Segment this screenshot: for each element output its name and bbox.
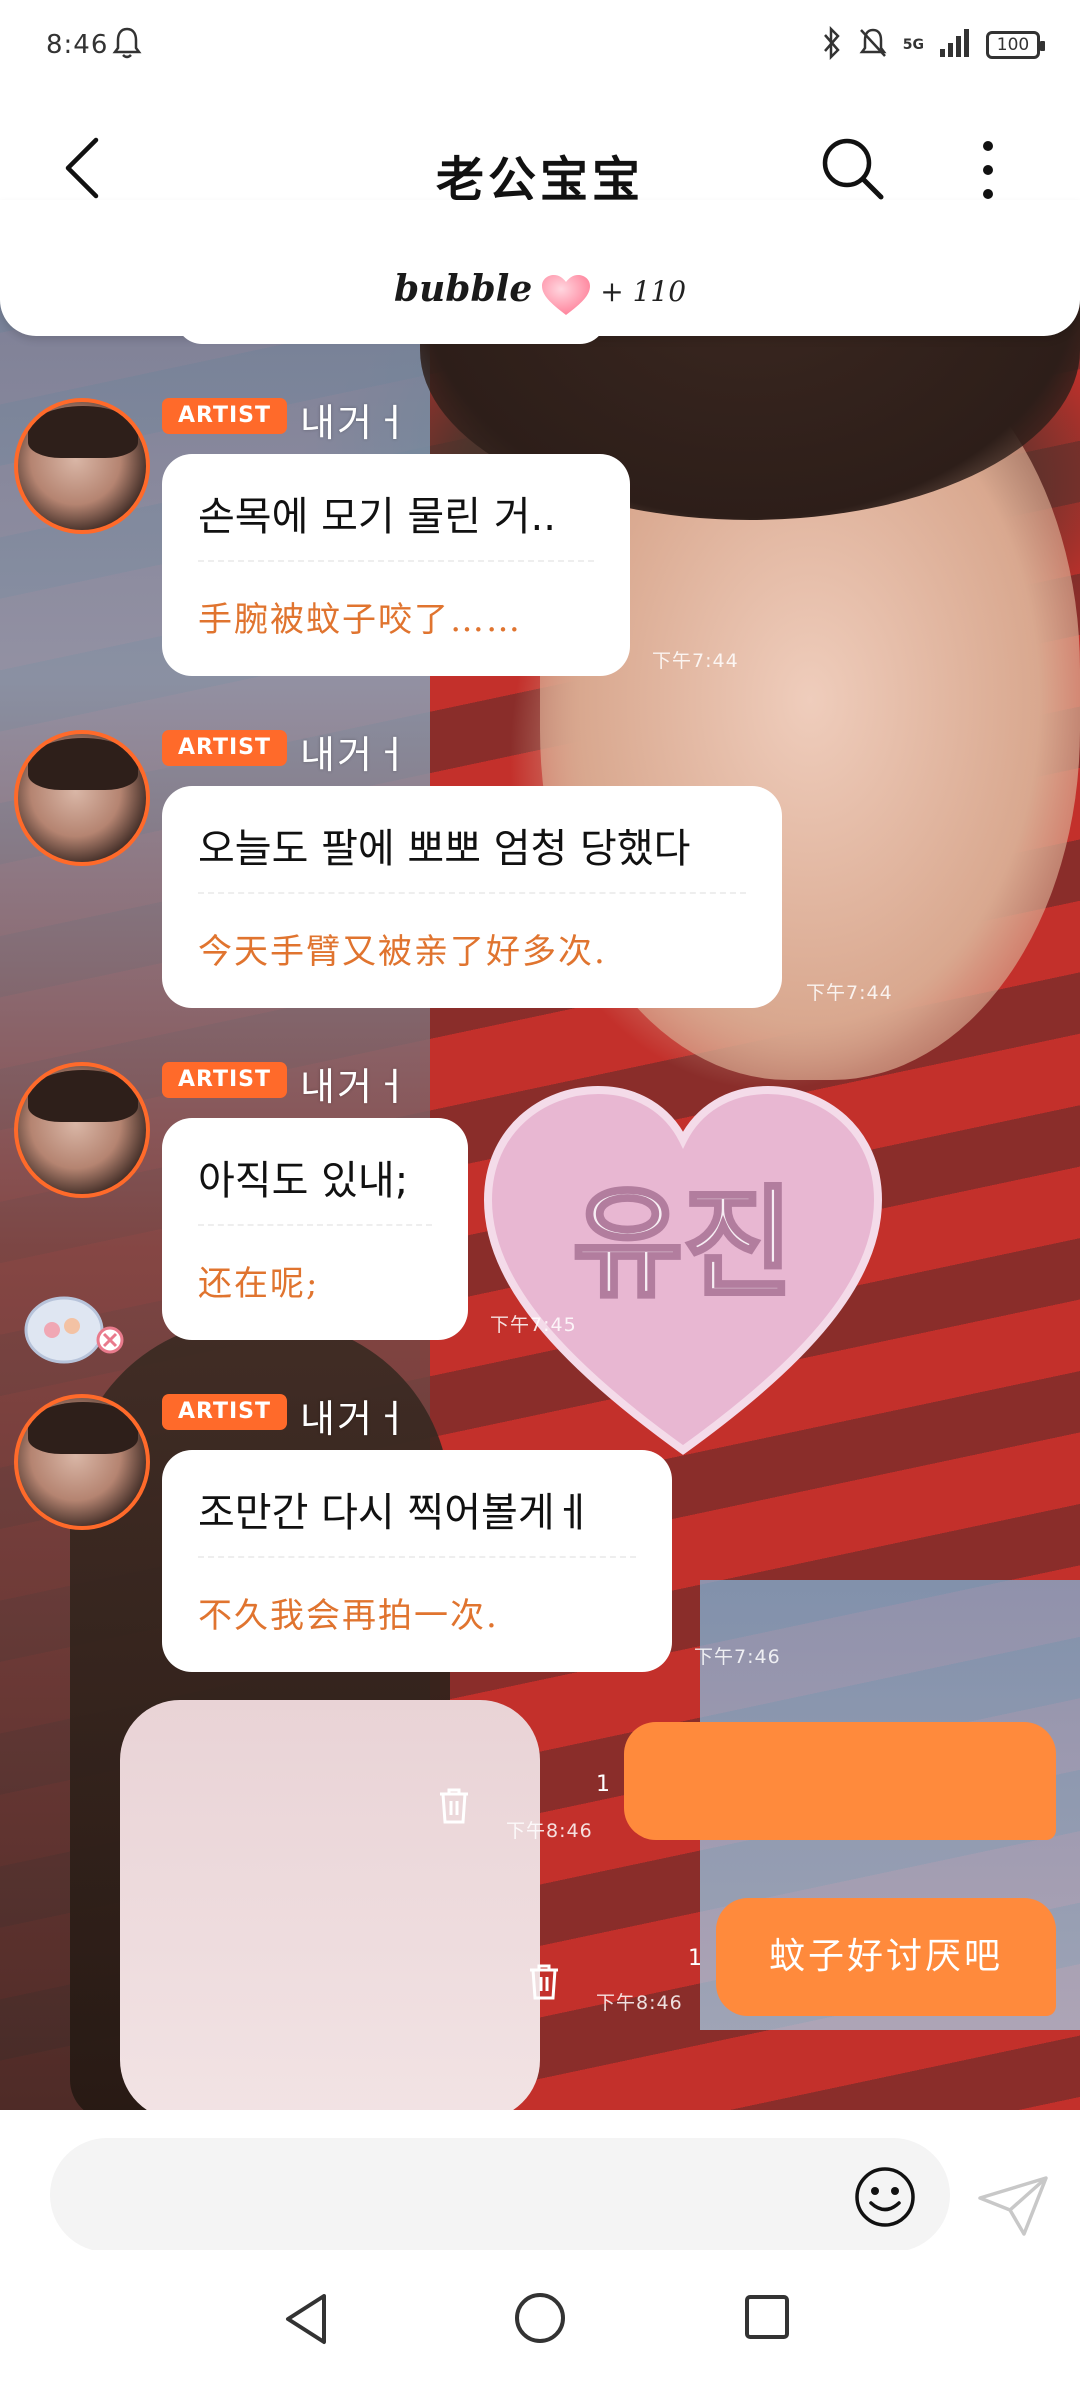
message-time: 下午7:45 — [490, 1314, 577, 1336]
trash-icon[interactable] — [526, 1962, 562, 2006]
read-count: 1 — [596, 1772, 610, 1797]
nav-back-icon[interactable] — [282, 2292, 330, 2350]
message-translation: 手腕被蚊子咬了…… — [198, 600, 522, 640]
status-time: 8:46 — [46, 30, 109, 60]
artist-tag: ARTIST — [162, 398, 287, 434]
message-korean: 손목에 모기 물린 거.. — [198, 494, 556, 540]
my-message[interactable]: 蚊子好讨厌吧 — [716, 1898, 1056, 2016]
search-icon[interactable] — [820, 136, 886, 206]
fan-sign-text: 유진 — [573, 1175, 794, 1314]
read-count: 1 — [688, 1946, 702, 1971]
trash-icon[interactable] — [436, 1786, 472, 1830]
artist-tag: ARTIST — [162, 1062, 287, 1098]
avatar[interactable] — [14, 1062, 150, 1198]
status-icons: 5G 100 — [821, 25, 1045, 64]
mute-icon — [857, 26, 889, 64]
message-time: 下午7:44 — [806, 982, 893, 1004]
sender-name: 내거ㅓ — [300, 1065, 411, 1109]
message-translation: 还在呢; — [198, 1264, 320, 1304]
message-korean: 오늘도 팔에 뽀뽀 엄청 당했다 — [198, 826, 691, 872]
avatar[interactable] — [14, 1394, 150, 1530]
battery-level: 100 — [996, 35, 1030, 55]
message-time: 下午8:46 — [596, 1992, 683, 2014]
artist-tag: ARTIST — [162, 730, 287, 766]
message-translation: 今天手臂又被亲了好多次. — [198, 932, 607, 972]
emoji-icon[interactable] — [854, 2166, 916, 2232]
battery-icon: 100 — [986, 31, 1045, 59]
sticker — [24, 1290, 124, 1370]
sender-name: 내거ㅓ — [300, 401, 411, 445]
bubble-badge: bubble + 110 — [0, 268, 1080, 321]
send-icon[interactable] — [976, 2174, 1050, 2242]
message-card[interactable]: 조만간 다시 찍어볼게ㅔ 不久我会再拍一次. — [162, 1450, 672, 1672]
my-message-text: 蚊子好讨厌吧 — [768, 1936, 1003, 1977]
sender-name: 내거ㅓ — [300, 733, 411, 777]
bluetooth-icon — [821, 25, 843, 64]
nav-recent-icon[interactable] — [742, 2292, 792, 2346]
bubble-count: + 110 — [600, 275, 687, 308]
bell-icon — [112, 26, 142, 64]
previous-message-edge — [176, 318, 606, 344]
heart-icon — [540, 273, 592, 321]
nav-home-icon[interactable] — [512, 2290, 568, 2350]
avatar[interactable] — [14, 398, 150, 534]
message-time: 下午7:44 — [652, 650, 739, 672]
message-card[interactable]: 오늘도 팔에 뽀뽀 엄청 당했다 今天手臂又被亲了好多次. — [162, 786, 782, 1008]
message-time: 下午8:46 — [506, 1820, 593, 1842]
fan-heart-sign: 유진 — [483, 1085, 883, 1455]
bg-girl-shirt — [120, 1700, 540, 2110]
more-vertical-icon[interactable] — [978, 138, 998, 206]
message-card[interactable]: 아직도 있내; 还在呢; — [162, 1118, 468, 1340]
bubble-brand: bubble — [393, 268, 533, 310]
message-korean: 조만간 다시 찍어볼게ㅔ — [198, 1490, 592, 1536]
message-input[interactable] — [50, 2138, 950, 2252]
system-nav-bar — [0, 2250, 1080, 2400]
artist-tag: ARTIST — [162, 1394, 287, 1430]
message-time: 下午7:46 — [694, 1646, 781, 1668]
my-message[interactable] — [624, 1722, 1056, 1840]
message-korean: 아직도 있내; — [198, 1158, 409, 1204]
message-translation: 不久我会再拍一次. — [198, 1596, 499, 1636]
sender-name: 내거ㅓ — [300, 1397, 411, 1441]
signal-icon — [938, 27, 972, 63]
network-type: 5G — [902, 37, 924, 53]
bubble-bar[interactable]: bubble + 110 — [0, 200, 1080, 336]
input-bar — [0, 2110, 1080, 2252]
avatar[interactable] — [14, 730, 150, 866]
status-bar: 8:46 5G 100 — [0, 0, 1080, 100]
message-card[interactable]: 손목에 모기 물린 거.. 手腕被蚊子咬了…… — [162, 454, 630, 676]
